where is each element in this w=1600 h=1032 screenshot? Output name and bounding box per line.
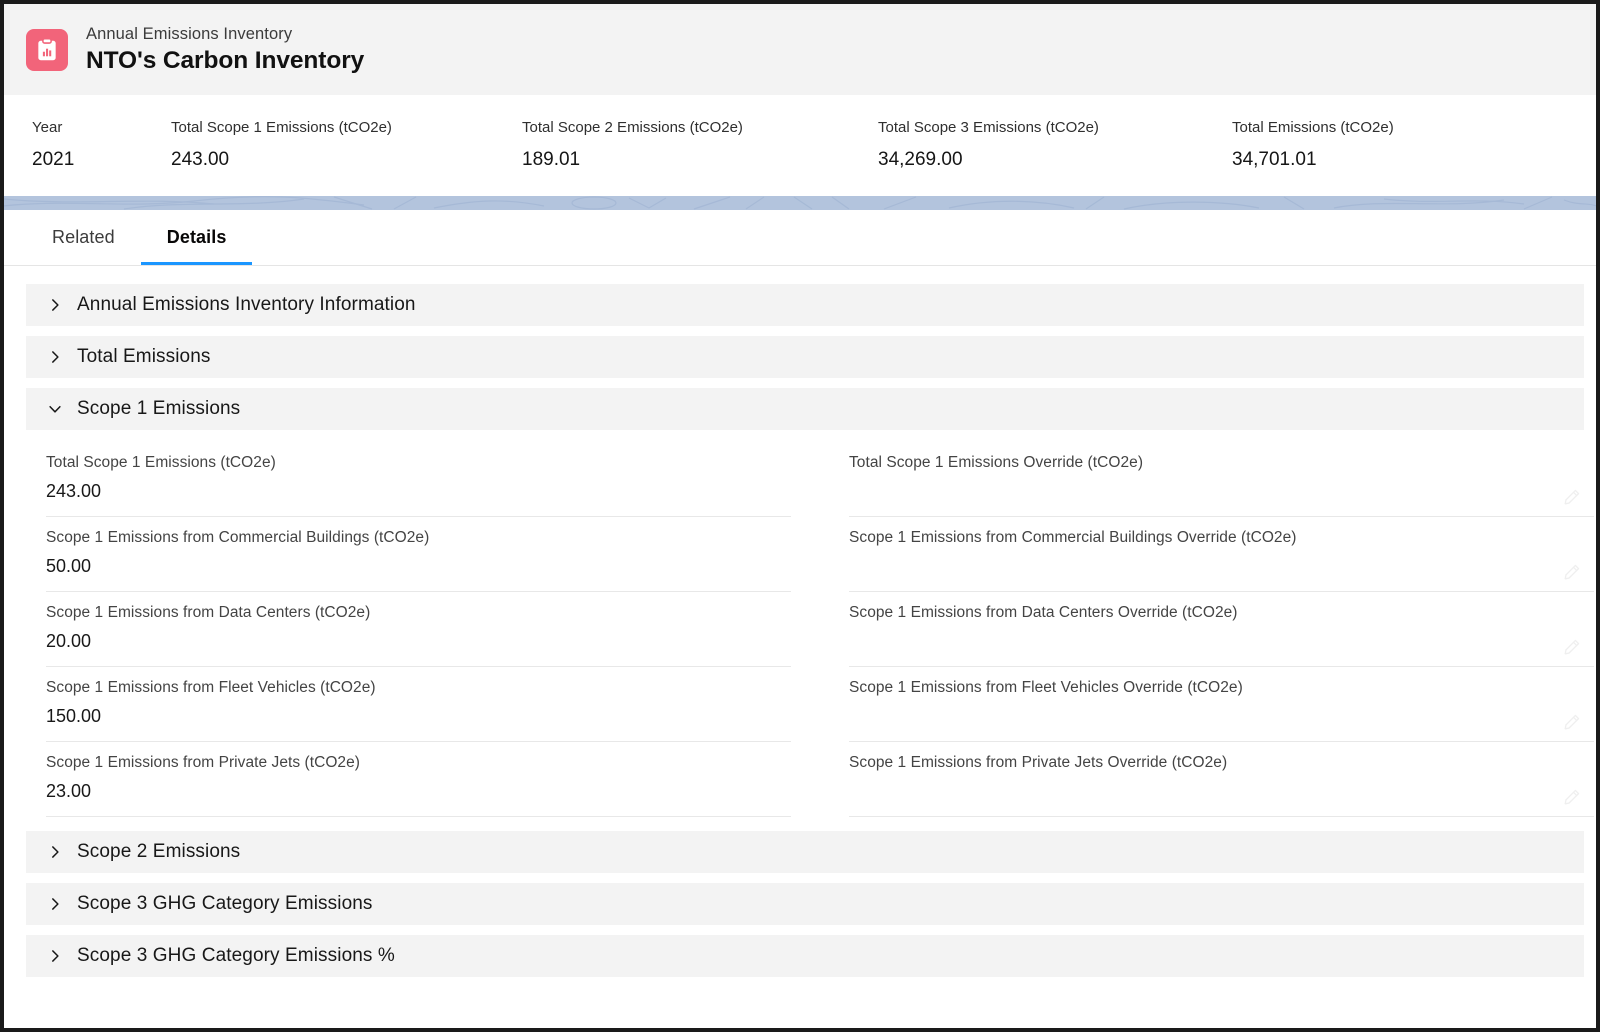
field-scope-1-commercial-buildings-override[interactable]: Scope 1 Emissions from Commercial Buildi… [849,517,1594,592]
record-header: Annual Emissions Inventory NTO's Carbon … [4,4,1596,96]
tab-details[interactable]: Details [140,210,253,265]
column-gutter [791,442,849,817]
field-scope-1-fleet-vehicles: Scope 1 Emissions from Fleet Vehicles (t… [46,667,791,742]
field-value: 20.00 [46,631,92,651]
field-label: Scope 1 Emissions from Commercial Buildi… [46,529,430,546]
section-header-toggle[interactable]: Scope 3 GHG Category Emissions % [26,935,1584,977]
metric-total-emissions: Total Emissions (tCO2e) 34,701.01 [1232,118,1394,173]
highlights-panel: Year 2021 Total Scope 1 Emissions (tCO2e… [4,96,1596,196]
record-title-block: Annual Emissions Inventory NTO's Carbon … [86,23,364,77]
field-label: Scope 1 Emissions from Private Jets Over… [849,754,1228,771]
chevron-right-icon [52,898,59,910]
metric-year: Year 2021 [32,118,74,173]
edit-pencil-icon[interactable] [1563,714,1580,731]
tab-related[interactable]: Related [26,210,141,265]
metric-value: 243.00 [171,149,230,170]
field-value: 50.00 [46,556,92,576]
field-label: Scope 1 Emissions from Data Centers Over… [849,604,1238,621]
metric-total-scope-2: Total Scope 2 Emissions (tCO2e) 189.01 [522,118,743,173]
section-scope-1-emissions: Scope 1 Emissions Total Scope 1 Emission… [26,388,1594,821]
metric-total-scope-3: Total Scope 3 Emissions (tCO2e) 34,269.0… [878,118,1099,173]
chevron-right-icon [52,846,59,858]
section-title: Annual Emissions Inventory Information [77,294,416,315]
chevron-down-icon [49,405,61,413]
field-scope-1-commercial-buildings: Scope 1 Emissions from Commercial Buildi… [46,517,791,592]
section-header-toggle[interactable]: Annual Emissions Inventory Information [26,284,1584,326]
metric-label: Total Scope 2 Emissions (tCO2e) [522,119,743,136]
field-value [849,702,1594,730]
field-value: 150.00 [46,706,102,726]
field-label: Total Scope 1 Emissions Override (tCO2e) [849,454,1144,471]
tab-label: Related [52,227,115,247]
edit-pencil-icon[interactable] [1563,564,1580,581]
metric-label: Total Scope 1 Emissions (tCO2e) [171,119,392,136]
chevron-right-icon [52,351,59,363]
scope-1-left-column: Total Scope 1 Emissions (tCO2e) 243.00 S… [46,442,791,817]
page-title: NTO's Carbon Inventory [86,46,365,74]
chevron-right-icon [52,299,59,311]
chevron-right-icon [52,950,59,962]
metric-label: Total Scope 3 Emissions (tCO2e) [878,119,1099,136]
section-title: Scope 2 Emissions [77,841,241,862]
tab-bar: Related Details [4,210,1596,266]
edit-pencil-icon[interactable] [1563,789,1580,806]
section-header-toggle[interactable]: Scope 2 Emissions [26,831,1584,873]
metric-label: Year [32,119,63,136]
field-scope-1-private-jets: Scope 1 Emissions from Private Jets (tCO… [46,742,791,817]
section-title: Scope 1 Emissions [77,398,241,419]
section-header-toggle[interactable]: Total Emissions [26,336,1584,378]
metric-value: 34,269.00 [878,149,963,170]
field-value [849,777,1594,805]
section-scope-3-ghg-category-emissions-percent: Scope 3 GHG Category Emissions % [26,935,1584,977]
field-value [849,477,1594,505]
section-header-toggle[interactable]: Scope 1 Emissions [26,388,1584,430]
section-title: Scope 3 GHG Category Emissions % [77,945,395,966]
metric-value: 34,701.01 [1232,149,1317,170]
field-value [849,552,1594,580]
field-scope-1-private-jets-override[interactable]: Scope 1 Emissions from Private Jets Over… [849,742,1594,817]
clipboard-chart-icon [26,28,68,71]
decorative-banner [4,196,1596,210]
section-title: Scope 3 GHG Category Emissions [77,893,373,914]
field-label: Scope 1 Emissions from Data Centers (tCO… [46,604,371,621]
section-header-toggle[interactable]: Scope 3 GHG Category Emissions [26,883,1584,925]
metric-label: Total Emissions (tCO2e) [1232,119,1394,136]
field-value: 243.00 [46,481,102,501]
field-scope-1-data-centers-override[interactable]: Scope 1 Emissions from Data Centers Over… [849,592,1594,667]
metric-value: 2021 [32,149,75,170]
metric-total-scope-1: Total Scope 1 Emissions (tCO2e) 243.00 [171,118,392,173]
record-page: Annual Emissions Inventory NTO's Carbon … [4,4,1596,1028]
edit-pencil-icon[interactable] [1563,489,1580,506]
edit-pencil-icon[interactable] [1563,639,1580,656]
section-annual-emissions-inventory-information: Annual Emissions Inventory Information [26,284,1584,326]
field-total-scope-1-emissions: Total Scope 1 Emissions (tCO2e) 243.00 [46,442,791,517]
scope-1-right-column: Total Scope 1 Emissions Override (tCO2e)… [849,442,1594,817]
section-scope-2-emissions: Scope 2 Emissions [26,831,1584,873]
tab-label: Details [166,227,227,247]
field-label: Scope 1 Emissions from Private Jets (tCO… [46,754,360,771]
field-label: Total Scope 1 Emissions (tCO2e) [46,454,276,471]
field-scope-1-data-centers: Scope 1 Emissions from Data Centers (tCO… [46,592,791,667]
scope-1-field-grid: Total Scope 1 Emissions (tCO2e) 243.00 S… [26,430,1594,821]
metric-value: 189.01 [522,149,581,170]
section-title: Total Emissions [77,346,211,367]
details-panel: Annual Emissions Inventory Information T… [4,266,1596,977]
field-label: Scope 1 Emissions from Fleet Vehicles (t… [46,679,376,696]
field-label: Scope 1 Emissions from Fleet Vehicles Ov… [849,679,1243,696]
field-total-scope-1-emissions-override[interactable]: Total Scope 1 Emissions Override (tCO2e) [849,442,1594,517]
field-value: 23.00 [46,781,92,801]
field-value [849,627,1594,655]
section-total-emissions: Total Emissions [26,336,1584,378]
section-scope-3-ghg-category-emissions: Scope 3 GHG Category Emissions [26,883,1584,925]
field-scope-1-fleet-vehicles-override[interactable]: Scope 1 Emissions from Fleet Vehicles Ov… [849,667,1594,742]
object-type-label: Annual Emissions Inventory [86,24,293,43]
field-label: Scope 1 Emissions from Commercial Buildi… [849,529,1297,546]
